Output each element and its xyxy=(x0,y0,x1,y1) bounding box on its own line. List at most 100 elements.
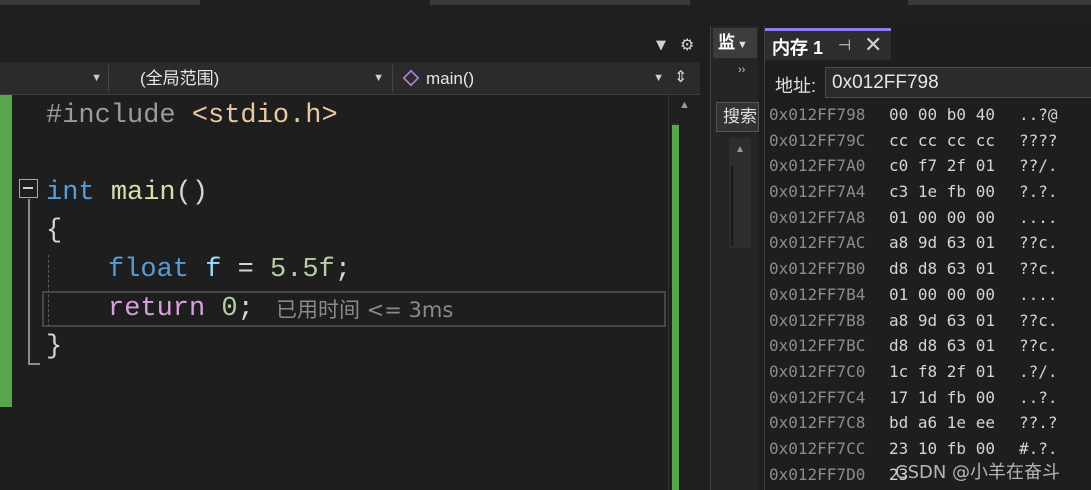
memory-chars: ??.? xyxy=(1019,413,1058,433)
memory-row[interactable]: 0x012FF7A4 c3 1e fb 00?.?. xyxy=(765,179,1091,205)
editor-scrollbar[interactable]: ▲ xyxy=(668,95,700,490)
method-cube-icon xyxy=(402,69,420,87)
watch-pane: 监 ▼ ›› 搜索 ▲ xyxy=(710,26,759,490)
collapse-icon[interactable] xyxy=(19,179,38,198)
divider xyxy=(108,65,109,92)
memory-row[interactable]: 0x012FF7B0 d8 d8 63 01 ??c. xyxy=(765,256,1091,282)
memory-row[interactable]: 0x012FF7BC d8 d8 63 01 ??c. xyxy=(765,333,1091,359)
tab-memory-1[interactable]: 内存 1 ⊣ ✕ xyxy=(765,28,891,60)
memory-bytes: c3 1e fb 00 xyxy=(889,182,995,202)
memory-bytes: a8 9d 63 01 xyxy=(889,233,995,253)
watch-search-box[interactable]: 搜索 xyxy=(716,102,759,132)
memory-address: 0x012FF7AC xyxy=(769,233,866,253)
memory-address: 0x012FF7A8 xyxy=(769,207,866,227)
watch-scrollbar[interactable]: ▲ xyxy=(729,138,751,248)
memory-chars: ?.?. xyxy=(1019,182,1058,202)
address-input[interactable]: 0x012FF798 xyxy=(825,67,1091,98)
memory-bytes: bd a6 1e ee xyxy=(889,413,995,433)
chevron-down-icon[interactable]: ▼ xyxy=(656,38,666,53)
overflow-icon[interactable]: ›› xyxy=(738,64,745,76)
function-parens: () xyxy=(175,178,209,208)
memory-address: 0x012FF7C0 xyxy=(769,361,866,381)
address-label: 地址: xyxy=(775,76,817,96)
close-brace: } xyxy=(46,332,63,362)
memory-row[interactable]: 0x012FF7C8 bd a6 1e ee??.? xyxy=(765,410,1091,436)
code-line-7[interactable]: } xyxy=(46,328,62,366)
memory-bytes: 01 00 00 00 xyxy=(889,207,995,227)
memory-address: 0x012FF7A0 xyxy=(769,156,866,176)
split-editor-icon[interactable]: ⇕ xyxy=(674,67,687,87)
semicolon: ; xyxy=(334,255,352,285)
memory-chars: ???? xyxy=(1019,130,1058,150)
memory-row[interactable]: 0x012FF79C cc cc cc cc???? xyxy=(765,128,1091,154)
memory-address: 0x012FF7A4 xyxy=(769,182,866,202)
tab-watch[interactable]: 监 ▼ xyxy=(713,28,757,58)
pin-icon[interactable]: ⊣ xyxy=(838,36,851,54)
memory-tab-title: 内存 1 xyxy=(772,38,824,58)
code-line-5[interactable]: float f = 5.5f; xyxy=(108,251,351,289)
memory-row[interactable]: 0x012FF7C0 1c f8 2f 01 .?/. xyxy=(765,359,1091,385)
memory-chars: ??c. xyxy=(1019,233,1058,253)
memory-row[interactable]: 0x012FF7A0 c0 f7 2f 01 ??/. xyxy=(765,153,1091,179)
scroll-up-icon[interactable]: ▲ xyxy=(735,144,745,155)
float-literal: 5.5f xyxy=(270,255,335,285)
memory-address: 0x012FF7B0 xyxy=(769,259,866,279)
project-dropdown[interactable]: ▼ xyxy=(0,65,106,92)
memory-chars: .... xyxy=(1019,207,1058,227)
scroll-track[interactable] xyxy=(731,166,733,246)
close-icon[interactable]: ✕ xyxy=(864,32,882,58)
memory-chars: ??c. xyxy=(1019,310,1058,330)
scroll-up-icon[interactable]: ▲ xyxy=(679,99,690,111)
return-keyword: return xyxy=(108,294,206,324)
memory-bytes: 17 1d fb 00 xyxy=(889,387,995,407)
divider xyxy=(392,65,393,92)
code-editor: ▼ ⚙ ▼ (全局范围) ▼ main() ▼ ⇕ #include <stdi… xyxy=(0,30,700,490)
memory-address: 0x012FF7C8 xyxy=(769,413,866,433)
memory-row[interactable]: 0x012FF7B4 01 00 00 00.... xyxy=(765,282,1091,308)
code-area[interactable]: #include <stdio.h> int main() { float f … xyxy=(0,95,668,490)
memory-window: 内存 1 ⊣ ✕ 地址: 0x012FF798 0x012FF798 00 00 … xyxy=(764,26,1091,490)
chevron-down-icon: ▼ xyxy=(653,72,664,84)
code-line-3[interactable]: int main() xyxy=(46,174,208,212)
tab-strip-right[interactable] xyxy=(908,0,1091,5)
memory-bytes: 00 00 b0 40 xyxy=(889,105,995,124)
type-keyword: int xyxy=(46,178,95,208)
memory-address: 0x012FF79C xyxy=(769,130,866,150)
memory-bytes: cc cc cc cc xyxy=(889,130,995,150)
perf-tip[interactable]: 已用时间 <= 3ms xyxy=(276,292,453,328)
memory-row[interactable]: 0x012FF7C4 17 1d fb 00..?. xyxy=(765,385,1091,411)
memory-rows[interactable]: 0x012FF798 00 00 b0 40 ..?@ 0x012FF79C cc cc… xyxy=(765,102,1091,487)
memory-row[interactable]: 0x012FF7B8 a8 9d 63 01 ??c. xyxy=(765,308,1091,334)
memory-row[interactable]: 0x012FF798 00 00 b0 40 ..?@ xyxy=(765,102,1091,128)
gear-icon[interactable]: ⚙ xyxy=(680,35,694,54)
function-dropdown[interactable]: main() ▼ xyxy=(398,65,668,92)
memory-row[interactable]: 0x012FF7A8 01 00 00 00.... xyxy=(765,205,1091,231)
memory-row[interactable]: 0x012FF7AC a8 9d 63 01 ??c. xyxy=(765,230,1091,256)
code-line-4[interactable]: { xyxy=(46,212,62,250)
watermark: CSDN @小羊在奋斗 xyxy=(895,462,1061,483)
memory-bytes: a8 9d 63 01 xyxy=(889,310,995,330)
memory-address: 0x012FF7D0 xyxy=(769,464,866,484)
memory-bytes: 1c f8 2f 01 xyxy=(889,361,995,381)
memory-address: 0x012FF7C4 xyxy=(769,387,866,407)
fold-guide-end xyxy=(28,363,40,365)
code-line-6[interactable]: return 0; xyxy=(108,290,254,328)
change-tracking-bar xyxy=(0,95,12,407)
memory-chars: ??c. xyxy=(1019,259,1058,279)
include-directive: #include xyxy=(46,101,176,131)
type-keyword: float xyxy=(108,255,190,285)
function-dropdown-label: main() xyxy=(426,69,475,88)
code-line-1[interactable]: #include <stdio.h> xyxy=(46,97,338,135)
memory-bytes: d8 d8 63 01 xyxy=(889,336,995,356)
scope-dropdown[interactable]: (全局范围) ▼ xyxy=(134,65,388,92)
memory-address: 0x012FF798 xyxy=(769,105,866,124)
memory-address: 0x012FF7B4 xyxy=(769,284,866,304)
chevron-down-icon: ▼ xyxy=(91,72,102,84)
change-marker xyxy=(672,125,679,490)
function-name: main xyxy=(110,178,176,208)
tab-strip-left[interactable] xyxy=(0,0,200,5)
include-header: <stdio.h> xyxy=(191,101,338,131)
memory-chars: ..?. xyxy=(1019,387,1058,407)
memory-bytes: 01 00 00 00 xyxy=(889,284,995,304)
tab-strip-middle[interactable] xyxy=(430,0,690,5)
